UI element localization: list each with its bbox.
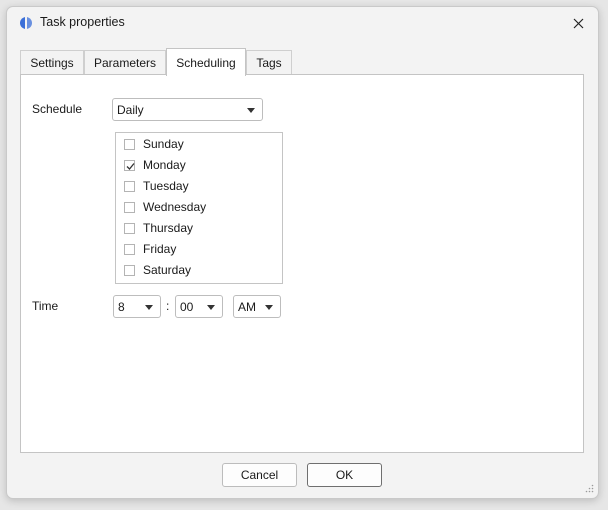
ampm-value: AM — [238, 300, 256, 314]
ampm-select[interactable]: AM — [233, 295, 281, 318]
day-checkbox-saturday[interactable]: Saturday — [124, 261, 191, 279]
checkbox[interactable] — [124, 222, 135, 234]
schedule-select[interactable]: Daily — [112, 98, 263, 121]
hour-select[interactable]: 8 — [113, 295, 161, 318]
minute-value: 00 — [180, 300, 194, 314]
close-icon — [573, 18, 583, 28]
day-label: Thursday — [143, 221, 194, 235]
chevron-down-icon — [265, 305, 273, 310]
tab-scheduling[interactable]: Scheduling — [166, 48, 246, 76]
scheduling-panel: Schedule Daily Sunday Monday Tuesday Wed… — [20, 74, 584, 453]
checkbox[interactable] — [124, 264, 135, 276]
window-title: Task properties — [40, 15, 125, 29]
cancel-button[interactable]: Cancel — [222, 463, 297, 487]
tab-label: Parameters — [93, 55, 157, 70]
chevron-down-icon — [207, 305, 215, 310]
ok-button[interactable]: OK — [307, 463, 382, 487]
hour-value: 8 — [118, 300, 125, 314]
checkbox[interactable] — [124, 180, 135, 192]
tab-label: Tags — [256, 55, 282, 70]
schedule-value: Daily — [117, 103, 144, 117]
days-list: Sunday Monday Tuesday Wednesday Thursday… — [115, 132, 283, 284]
day-label: Monday — [143, 158, 186, 172]
minute-select[interactable]: 00 — [175, 295, 223, 318]
day-label: Tuesday — [143, 179, 189, 193]
tab-settings[interactable]: Settings — [20, 50, 84, 74]
task-properties-dialog: Task properties Settings Parameters Sche… — [6, 6, 599, 499]
checkmark-icon — [126, 162, 135, 170]
schedule-label: Schedule — [32, 102, 83, 116]
chevron-down-icon — [247, 108, 255, 113]
day-checkbox-sunday[interactable]: Sunday — [124, 135, 184, 153]
chevron-down-icon — [145, 305, 153, 310]
day-label: Sunday — [143, 137, 184, 151]
tab-parameters[interactable]: Parameters — [84, 50, 166, 74]
checkbox[interactable] — [124, 243, 135, 255]
day-label: Friday — [143, 242, 177, 256]
day-checkbox-monday[interactable]: Monday — [124, 156, 186, 174]
checkbox[interactable] — [124, 138, 135, 150]
time-label: Time — [32, 299, 59, 313]
tab-label: Scheduling — [176, 55, 236, 70]
app-icon — [20, 17, 32, 29]
close-button[interactable] — [568, 13, 588, 33]
tab-tags[interactable]: Tags — [246, 50, 292, 74]
day-checkbox-wednesday[interactable]: Wednesday — [124, 198, 206, 216]
day-label: Wednesday — [143, 200, 207, 214]
day-checkbox-tuesday[interactable]: Tuesday — [124, 177, 189, 195]
title-bar: Task properties — [7, 7, 598, 39]
checkbox[interactable] — [124, 159, 135, 171]
day-label: Saturday — [143, 263, 192, 277]
resize-grip-icon[interactable] — [584, 484, 594, 494]
tab-label: Settings — [30, 55, 74, 70]
day-checkbox-thursday[interactable]: Thursday — [124, 219, 193, 237]
day-checkbox-friday[interactable]: Friday — [124, 240, 176, 258]
checkbox[interactable] — [124, 201, 135, 213]
time-separator: : — [166, 299, 170, 313]
